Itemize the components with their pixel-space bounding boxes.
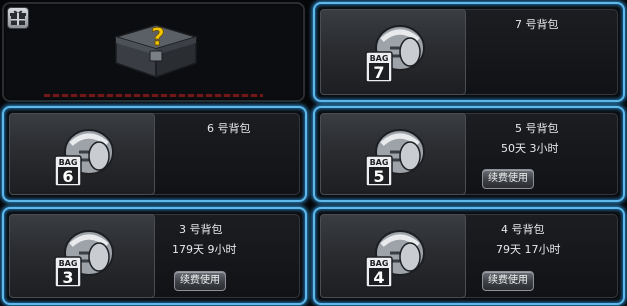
bag-name: 7 号背包: [515, 18, 559, 31]
remaining-time: 179天 9小时: [172, 243, 237, 256]
bag-icon-frame: BAG 3: [9, 214, 155, 298]
bag-icon-frame: BAG 7: [320, 9, 466, 95]
bag-label: BAG: [370, 54, 389, 63]
remaining-time: 50天 3小时: [501, 142, 559, 155]
bag-name: 6 号背包: [207, 122, 251, 135]
gift-slot[interactable]: ?: [2, 2, 305, 102]
backpack-icon: BAG 7: [365, 25, 425, 83]
bag-slot-7[interactable]: BAG 7 7 号背包: [313, 2, 625, 102]
bag-label: BAG: [59, 259, 78, 268]
bag-slot-3[interactable]: BAG 3 3 号背包 179天 9小时 续费使用: [2, 207, 307, 305]
backpack-icon: BAG 6: [54, 129, 114, 187]
bag-label: BAG: [370, 158, 389, 167]
bag-name: 5 号背包: [515, 122, 559, 135]
remaining-time: 79天 17小时: [496, 243, 561, 256]
bag-number: 3: [62, 268, 73, 287]
bag-slot-6[interactable]: BAG 6 6 号背包: [2, 106, 307, 202]
mystery-chest-icon: ?: [113, 23, 199, 79]
bag-slot-4[interactable]: BAG 4 4 号背包 79天 17小时 续费使用: [313, 207, 625, 305]
bag-name: 4 号背包: [501, 223, 545, 236]
bag-number: 7: [373, 63, 384, 82]
bag-label: BAG: [370, 259, 389, 268]
bag-icon-frame: BAG 5: [320, 113, 466, 195]
decorative-divider: [44, 94, 263, 97]
renew-button[interactable]: 续费使用: [482, 271, 534, 291]
bag-label: BAG: [59, 158, 78, 167]
svg-text:?: ?: [151, 23, 165, 51]
backpack-icon: BAG 5: [365, 129, 425, 187]
bag-number: 6: [62, 167, 73, 186]
backpack-icon: BAG 4: [365, 230, 425, 288]
bag-name: 3 号背包: [179, 223, 223, 236]
bag-slot-5[interactable]: BAG 5 5 号背包 50天 3小时 续费使用: [313, 106, 625, 202]
bag-icon-frame: BAG 6: [9, 113, 155, 195]
renew-button[interactable]: 续费使用: [174, 271, 226, 291]
bag-number: 4: [373, 268, 384, 287]
bag-icon-frame: BAG 4: [320, 214, 466, 298]
renew-button[interactable]: 续费使用: [482, 169, 534, 189]
gift-icon: [7, 7, 29, 29]
bag-number: 5: [373, 167, 384, 186]
backpack-icon: BAG 3: [54, 230, 114, 288]
